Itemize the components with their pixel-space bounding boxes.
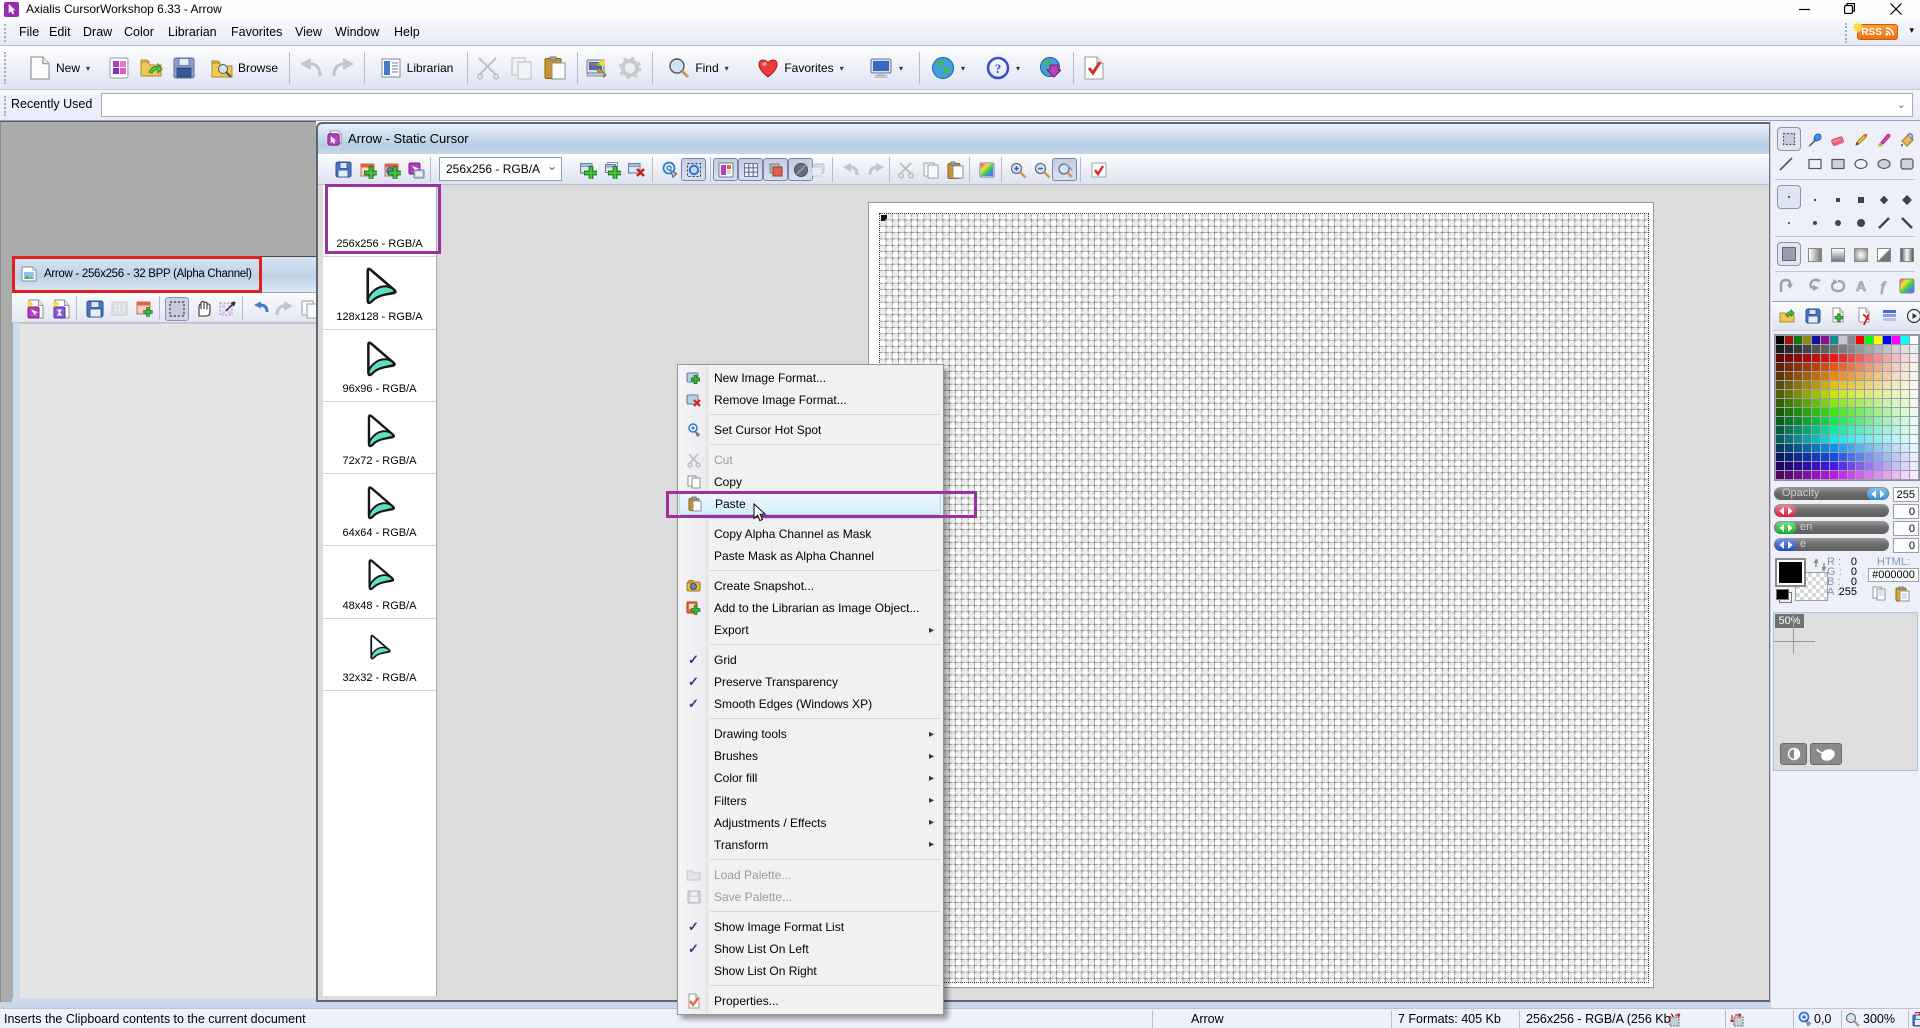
svg-text:A: A <box>1856 278 1866 294</box>
svg-text:f: f <box>1881 280 1887 295</box>
svg-text:?: ? <box>995 61 1002 76</box>
